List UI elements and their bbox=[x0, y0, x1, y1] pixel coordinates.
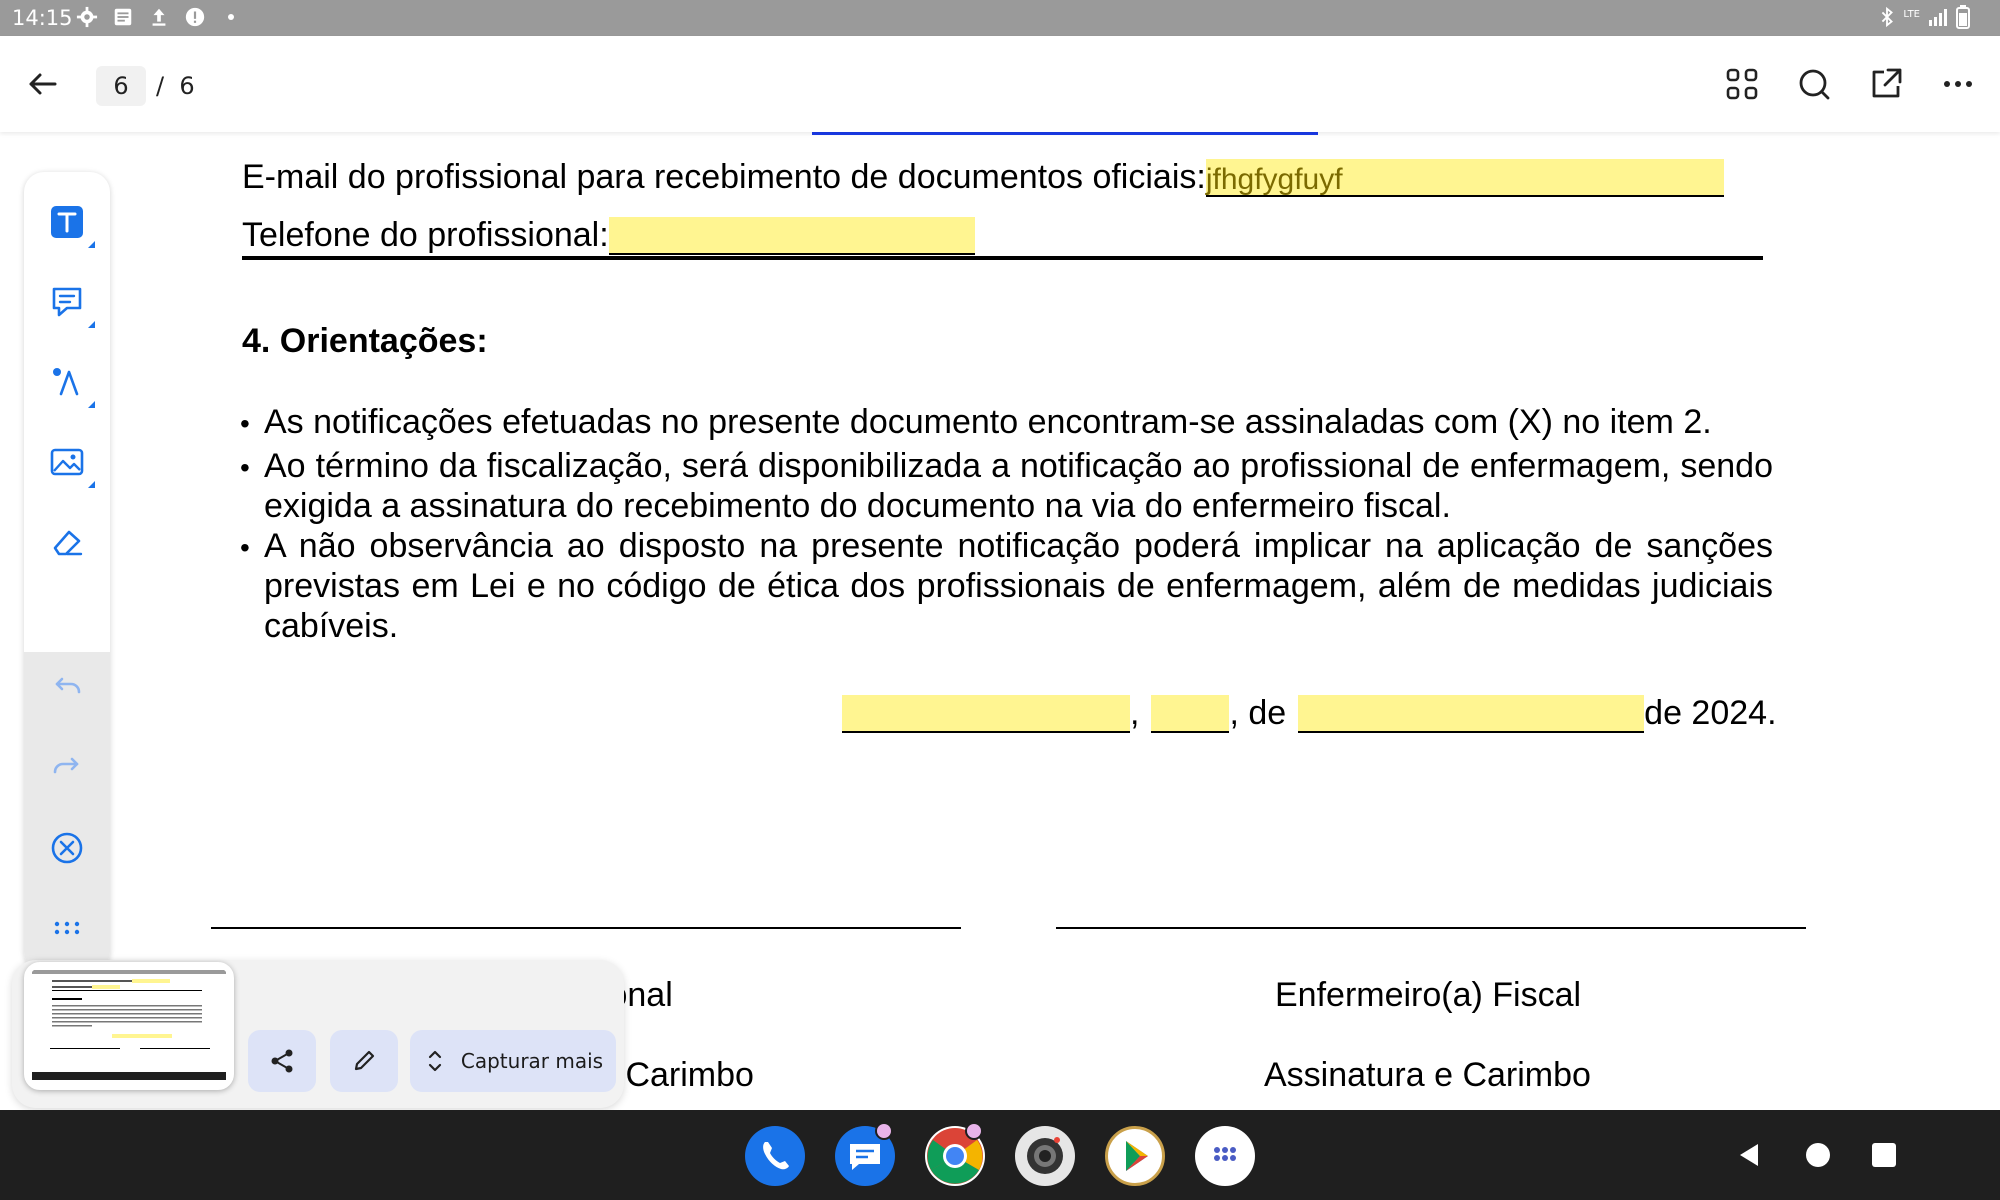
dot-icon bbox=[218, 4, 244, 30]
date-row: , , de de 2024. bbox=[842, 694, 1777, 733]
chrome-app-icon[interactable] bbox=[925, 1122, 985, 1186]
eraser-tool-icon[interactable] bbox=[43, 518, 91, 566]
redo-icon[interactable] bbox=[43, 744, 91, 792]
list-item: • Ao término da fiscalização, será dispon… bbox=[240, 447, 1773, 525]
taskbar bbox=[0, 1110, 2000, 1200]
list-item: • As notificações efetuadas no presente d… bbox=[240, 402, 1773, 446]
screenshot-thumbnail[interactable] bbox=[24, 962, 234, 1090]
signature-right-sub: Assinatura e Carimbo bbox=[1264, 1056, 1591, 1094]
email-label: E-mail do profissional para recebimento … bbox=[242, 158, 1206, 196]
list-item: • A não observância ao disposto na presen… bbox=[240, 527, 1773, 645]
list-item-text: Ao término da fiscalização, será disponi… bbox=[264, 447, 1773, 525]
status-bar: 14:15 LTE bbox=[0, 0, 2000, 36]
page-count: / 6 bbox=[156, 66, 195, 106]
share-button[interactable] bbox=[248, 1030, 316, 1092]
signature-line-right bbox=[1056, 927, 1806, 929]
close-icon[interactable] bbox=[43, 824, 91, 872]
battery-icon bbox=[1956, 5, 1970, 34]
phone-field[interactable] bbox=[608, 217, 975, 255]
play-store-app-icon[interactable] bbox=[1105, 1126, 1165, 1186]
city-field[interactable] bbox=[842, 695, 1130, 733]
email-row: E-mail do profissional para recebimento … bbox=[242, 158, 1724, 197]
current-page-input[interactable]: 6 bbox=[96, 66, 146, 106]
alert-icon bbox=[182, 4, 208, 30]
annotation-toolbar bbox=[24, 172, 110, 972]
share-icon bbox=[271, 1049, 293, 1073]
link-underline bbox=[812, 132, 1318, 135]
notes-icon bbox=[110, 4, 136, 30]
ink-tool-icon[interactable] bbox=[43, 358, 95, 408]
signature-right-title: Enfermeiro(a) Fiscal bbox=[1275, 976, 1582, 1014]
email-value: jfhgfygfuyf bbox=[1205, 163, 1343, 196]
top-app-bar: 6 / 6 bbox=[0, 36, 2000, 132]
total-pages: 6 bbox=[179, 72, 195, 100]
comment-tool-icon[interactable] bbox=[43, 278, 95, 328]
capture-more-label: Capturar mais bbox=[460, 1049, 604, 1073]
camera-app-icon[interactable] bbox=[1015, 1126, 1075, 1186]
signature-line-left bbox=[211, 927, 961, 929]
page-separator: / bbox=[156, 72, 165, 100]
phone-app-icon[interactable] bbox=[745, 1126, 805, 1186]
capture-more-button[interactable]: Capturar mais bbox=[410, 1030, 616, 1092]
nav-back-icon[interactable] bbox=[1734, 1140, 1764, 1170]
back-arrow-icon[interactable] bbox=[22, 64, 62, 104]
grid-view-icon[interactable] bbox=[1720, 62, 1764, 106]
date-year: de 2024. bbox=[1644, 694, 1777, 732]
list-item-text: As notificações efetuadas no presente do… bbox=[264, 403, 1712, 441]
day-field[interactable] bbox=[1151, 695, 1230, 733]
pencil-icon bbox=[354, 1050, 375, 1071]
orientation-list: • As notificações efetuadas no presente d… bbox=[240, 402, 1773, 646]
month-field[interactable] bbox=[1298, 695, 1645, 733]
undo-icon[interactable] bbox=[43, 664, 91, 712]
upload-icon bbox=[146, 4, 172, 30]
edit-button[interactable] bbox=[330, 1030, 398, 1092]
more-options-icon[interactable] bbox=[1936, 62, 1980, 106]
date-comma: , bbox=[1130, 694, 1140, 732]
section-divider bbox=[242, 256, 1763, 260]
phone-label: Telefone do profissional: bbox=[242, 216, 609, 254]
network-label: LTE bbox=[1903, 9, 1920, 20]
date-de: , de bbox=[1229, 694, 1287, 732]
image-tool-icon[interactable] bbox=[43, 438, 95, 488]
text-tool-icon[interactable] bbox=[43, 198, 95, 248]
nav-home-icon[interactable] bbox=[1806, 1143, 1830, 1167]
email-field[interactable]: jfhgfygfuyf bbox=[1205, 159, 1724, 197]
nav-recents-icon[interactable] bbox=[1872, 1143, 1896, 1167]
search-icon[interactable] bbox=[1792, 62, 1836, 106]
messages-app-icon[interactable] bbox=[835, 1122, 895, 1186]
expand-icon bbox=[428, 1050, 441, 1072]
bluetooth-icon bbox=[1879, 6, 1895, 33]
settings-icon bbox=[74, 4, 100, 30]
phone-row: Telefone do profissional: bbox=[242, 216, 975, 255]
app-drawer-icon[interactable] bbox=[1195, 1126, 1255, 1186]
toolbar-actions bbox=[24, 652, 110, 972]
list-item-text: A não observância ao disposto na present… bbox=[264, 527, 1773, 645]
status-time: 14:15 bbox=[12, 6, 73, 30]
section-heading: 4. Orientações: bbox=[242, 322, 488, 360]
signal-icon bbox=[1928, 7, 1948, 32]
open-external-icon[interactable] bbox=[1864, 62, 1908, 106]
drag-handle-icon[interactable] bbox=[43, 904, 91, 952]
